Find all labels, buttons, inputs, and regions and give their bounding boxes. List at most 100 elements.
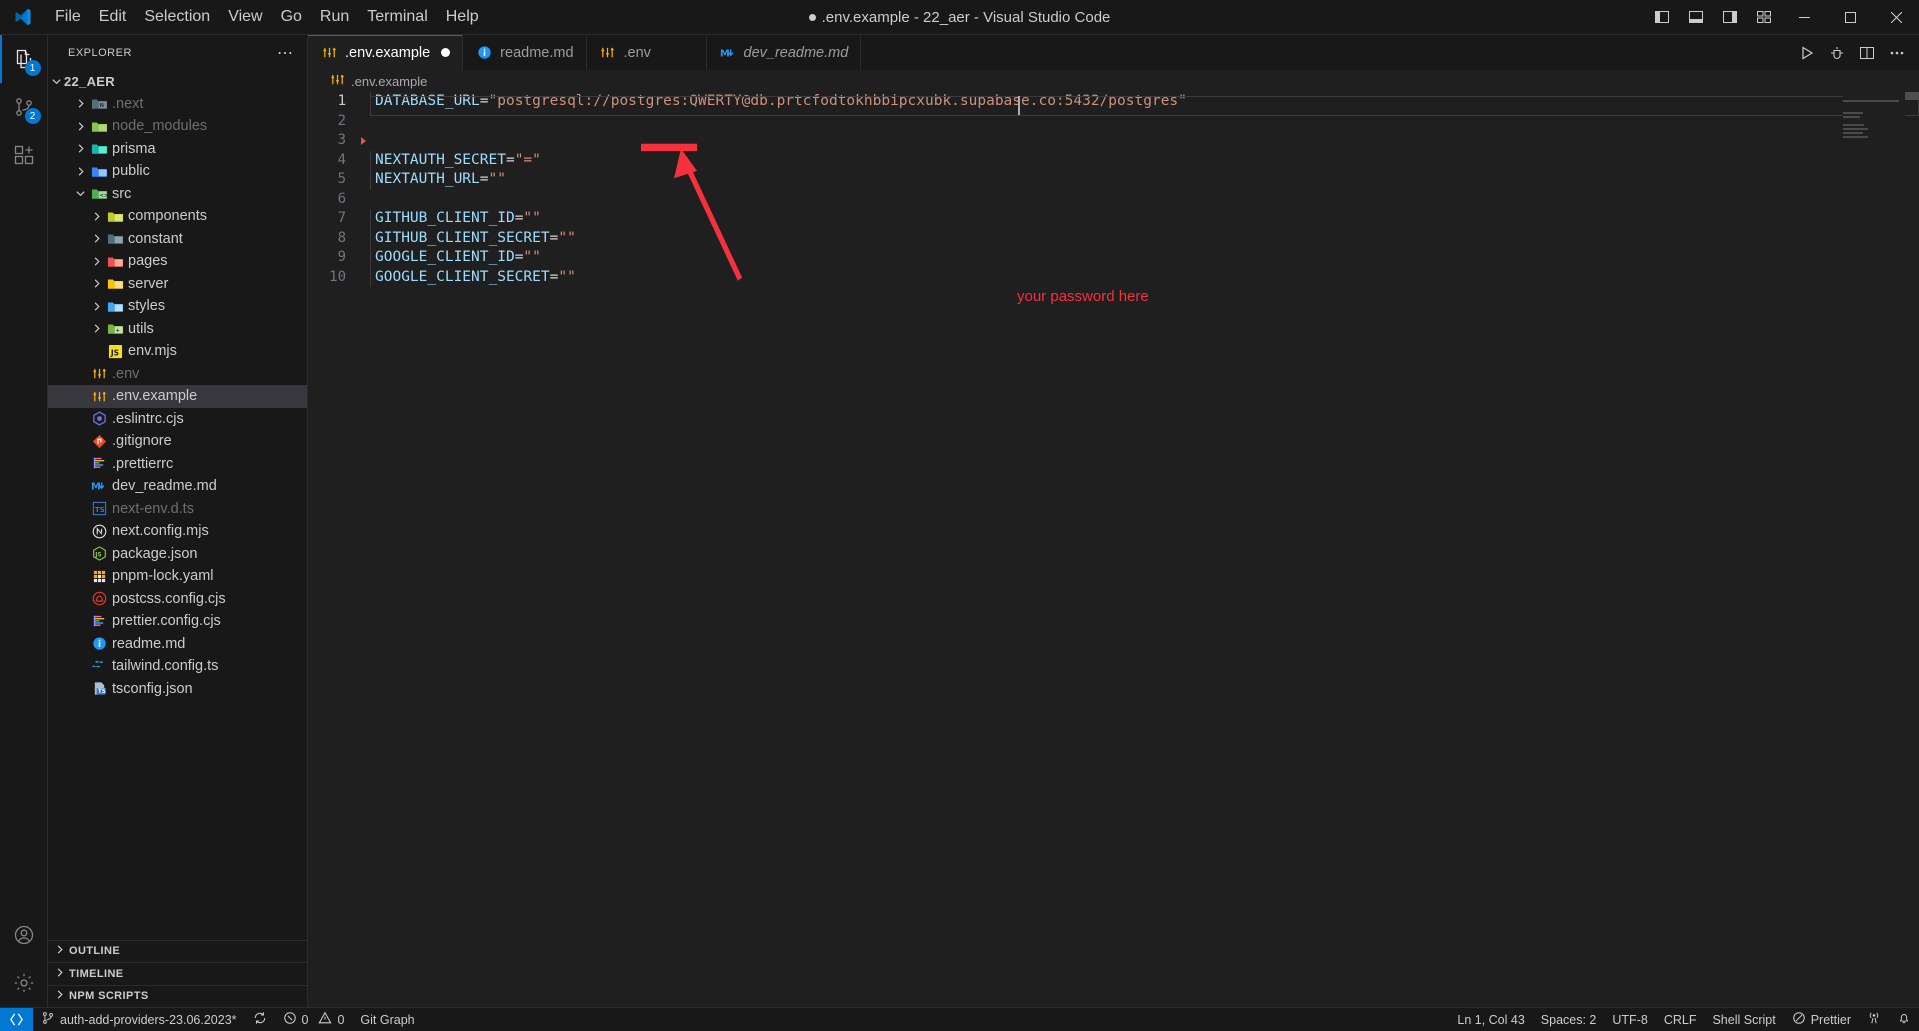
run-button[interactable] bbox=[1793, 39, 1821, 67]
tree-item-node-modules[interactable]: node_modules bbox=[48, 115, 307, 138]
section-outline[interactable]: OUTLINE bbox=[48, 939, 307, 963]
menu-file[interactable]: File bbox=[46, 0, 90, 34]
scrollbar-thumb[interactable] bbox=[1905, 92, 1919, 100]
tree-item-dev-readme-md[interactable]: Mdev_readme.md bbox=[48, 475, 307, 498]
code-line[interactable]: 6 bbox=[308, 190, 1919, 210]
tree-item-postcss-config-cjs[interactable]: postcss.config.cjs bbox=[48, 588, 307, 611]
editor-scrollbar[interactable] bbox=[1905, 92, 1919, 1007]
breadcrumb[interactable]: .env.example bbox=[308, 70, 1919, 92]
tab-env[interactable]: .env bbox=[586, 35, 707, 70]
tab-dirty-indicator-icon[interactable] bbox=[441, 48, 451, 57]
run-and-debug-button[interactable] bbox=[1823, 39, 1851, 67]
code-text[interactable]: GOOGLE_CLIENT_SECRET="" bbox=[371, 268, 576, 288]
code-line[interactable]: 8 GITHUB_CLIENT_SECRET="" bbox=[308, 228, 1919, 249]
status-eol[interactable]: CRLF bbox=[1656, 1013, 1705, 1027]
status-branch[interactable]: auth-add-providers-23.06.2023* bbox=[33, 1008, 245, 1031]
status-problems[interactable]: 0 0 bbox=[275, 1008, 353, 1031]
activity-extensions[interactable] bbox=[0, 131, 48, 179]
activity-accounts[interactable] bbox=[0, 911, 48, 959]
status-radio-tower[interactable] bbox=[1859, 1011, 1889, 1028]
tree-item-env-example[interactable]: .env.example bbox=[48, 385, 307, 408]
activity-explorer[interactable]: 1 bbox=[0, 35, 48, 83]
menu-edit[interactable]: Edit bbox=[90, 0, 136, 34]
tree-item-pnpm-lock-yaml[interactable]: pnpm-lock.yaml bbox=[48, 565, 307, 588]
tree-item-styles[interactable]: styles bbox=[48, 295, 307, 318]
chevron-right-icon bbox=[72, 98, 88, 109]
code-content[interactable]: 1 DATABASE_URL="postgresql://postgres:QWE… bbox=[308, 92, 1919, 1007]
tree-item-package-json[interactable]: JS package.json bbox=[48, 543, 307, 566]
code-line[interactable]: 4 NEXTAUTH_SECRET="=" bbox=[308, 150, 1919, 171]
activity-manage-gear-icon[interactable] bbox=[0, 959, 48, 1007]
menu-selection[interactable]: Selection bbox=[135, 0, 219, 34]
toggle-secondary-sidebar-icon[interactable] bbox=[1713, 0, 1747, 34]
minimize-button[interactable] bbox=[1781, 0, 1827, 35]
minimap[interactable] bbox=[1843, 92, 1905, 1007]
remote-indicator[interactable] bbox=[0, 1008, 33, 1031]
status-encoding[interactable]: UTF-8 bbox=[1604, 1013, 1655, 1027]
tree-item-next-config-mjs[interactable]: next.config.mjs bbox=[48, 520, 307, 543]
status-language-mode[interactable]: Shell Script bbox=[1704, 1013, 1783, 1027]
status-sync[interactable] bbox=[245, 1008, 275, 1031]
svg-text:JS: JS bbox=[109, 348, 118, 357]
status-prettier[interactable]: Prettier bbox=[1784, 1011, 1859, 1028]
tree-item-public[interactable]: public bbox=[48, 160, 307, 183]
split-editor-button[interactable] bbox=[1853, 39, 1881, 67]
tree-item-next-env-d-ts[interactable]: TS next-env.d.ts bbox=[48, 498, 307, 521]
line-number: 2 bbox=[337, 112, 346, 129]
status-git-graph[interactable]: Git Graph bbox=[352, 1008, 422, 1031]
tree-item-constant[interactable]: constant bbox=[48, 228, 307, 251]
menu-terminal[interactable]: Terminal bbox=[358, 0, 436, 34]
tab-readme-md[interactable]: readme.md bbox=[463, 35, 587, 70]
code-line[interactable]: 5 NEXTAUTH_URL="" bbox=[308, 170, 1919, 190]
tree-item-server[interactable]: server bbox=[48, 273, 307, 296]
code-line[interactable]: 9 GOOGLE_CLIENT_ID="" bbox=[308, 248, 1919, 268]
tree-item-prettier-config-cjs[interactable]: prettier.config.cjs bbox=[48, 610, 307, 633]
tree-root-folder[interactable]: 22_AER bbox=[48, 70, 307, 93]
tree-item-components[interactable]: components bbox=[48, 205, 307, 228]
status-cursor-position[interactable]: Ln 1, Col 43 bbox=[1449, 1013, 1532, 1027]
menu-run[interactable]: Run bbox=[311, 0, 358, 34]
tree-item-tailwind-config-ts[interactable]: tailwind.config.ts bbox=[48, 655, 307, 678]
code-text[interactable]: NEXTAUTH_SECRET="=" bbox=[371, 151, 541, 171]
section-timeline[interactable]: TIMELINE bbox=[48, 962, 307, 985]
tree-item-gitignore[interactable]: .gitignore bbox=[48, 430, 307, 453]
close-button[interactable] bbox=[1873, 0, 1919, 35]
code-line[interactable]: 7 GITHUB_CLIENT_ID="" bbox=[308, 209, 1919, 229]
more-actions-button[interactable] bbox=[1883, 39, 1911, 67]
code-line[interactable]: 3 bbox=[308, 131, 1919, 151]
code-line[interactable]: 10 GOOGLE_CLIENT_SECRET="" bbox=[308, 267, 1919, 288]
breadcrumb-file[interactable]: .env.example bbox=[351, 74, 427, 89]
tree-item-tsconfig-json[interactable]: TS tsconfig.json bbox=[48, 678, 307, 701]
tree-item-pages[interactable]: pages bbox=[48, 250, 307, 273]
menu-view[interactable]: View bbox=[219, 0, 271, 34]
tree-item-next[interactable]: N .next bbox=[48, 93, 307, 116]
tree-item-src[interactable]: <> src bbox=[48, 183, 307, 206]
tab-dev-readme-md[interactable]: Mdev_readme.md bbox=[706, 35, 862, 70]
tree-item-readme-md[interactable]: readme.md bbox=[48, 633, 307, 656]
code-text[interactable]: GITHUB_CLIENT_SECRET="" bbox=[371, 229, 576, 249]
menu-help[interactable]: Help bbox=[437, 0, 488, 34]
tree-item-prisma[interactable]: prisma bbox=[48, 138, 307, 161]
tree-item-eslintrc-cjs[interactable]: .eslintrc.cjs bbox=[48, 408, 307, 431]
toggle-primary-sidebar-icon[interactable] bbox=[1645, 0, 1679, 34]
toggle-panel-icon[interactable] bbox=[1679, 0, 1713, 34]
activity-source-control[interactable]: 2 bbox=[0, 83, 48, 131]
tree-item-utils[interactable]: + utils bbox=[48, 318, 307, 341]
env-variable-value: "" bbox=[558, 268, 576, 285]
tree-item-prettierrc[interactable]: .prettierrc bbox=[48, 453, 307, 476]
sidebar-more-actions-icon[interactable]: ⋯ bbox=[273, 43, 297, 63]
menu-go[interactable]: Go bbox=[272, 0, 311, 34]
tab-env-example[interactable]: .env.example bbox=[308, 35, 464, 70]
code-text[interactable]: GITHUB_CLIENT_ID="" bbox=[371, 209, 541, 229]
tree-item-env[interactable]: .env bbox=[48, 363, 307, 386]
code-text[interactable]: NEXTAUTH_URL="" bbox=[371, 170, 506, 190]
section-npm-scripts[interactable]: NPM SCRIPTS bbox=[48, 984, 307, 1008]
status-indentation[interactable]: Spaces: 2 bbox=[1533, 1013, 1605, 1027]
svg-text:TS: TS bbox=[97, 689, 105, 695]
tree-item-env-mjs[interactable]: JS env.mjs bbox=[48, 340, 307, 363]
customize-layout-icon[interactable] bbox=[1747, 0, 1781, 34]
text-editor[interactable]: 1 DATABASE_URL="postgresql://postgres:QWE… bbox=[308, 92, 1919, 1007]
status-notifications[interactable] bbox=[1889, 1011, 1919, 1028]
maximize-button[interactable] bbox=[1827, 0, 1873, 35]
code-text[interactable]: GOOGLE_CLIENT_ID="" bbox=[371, 248, 541, 268]
